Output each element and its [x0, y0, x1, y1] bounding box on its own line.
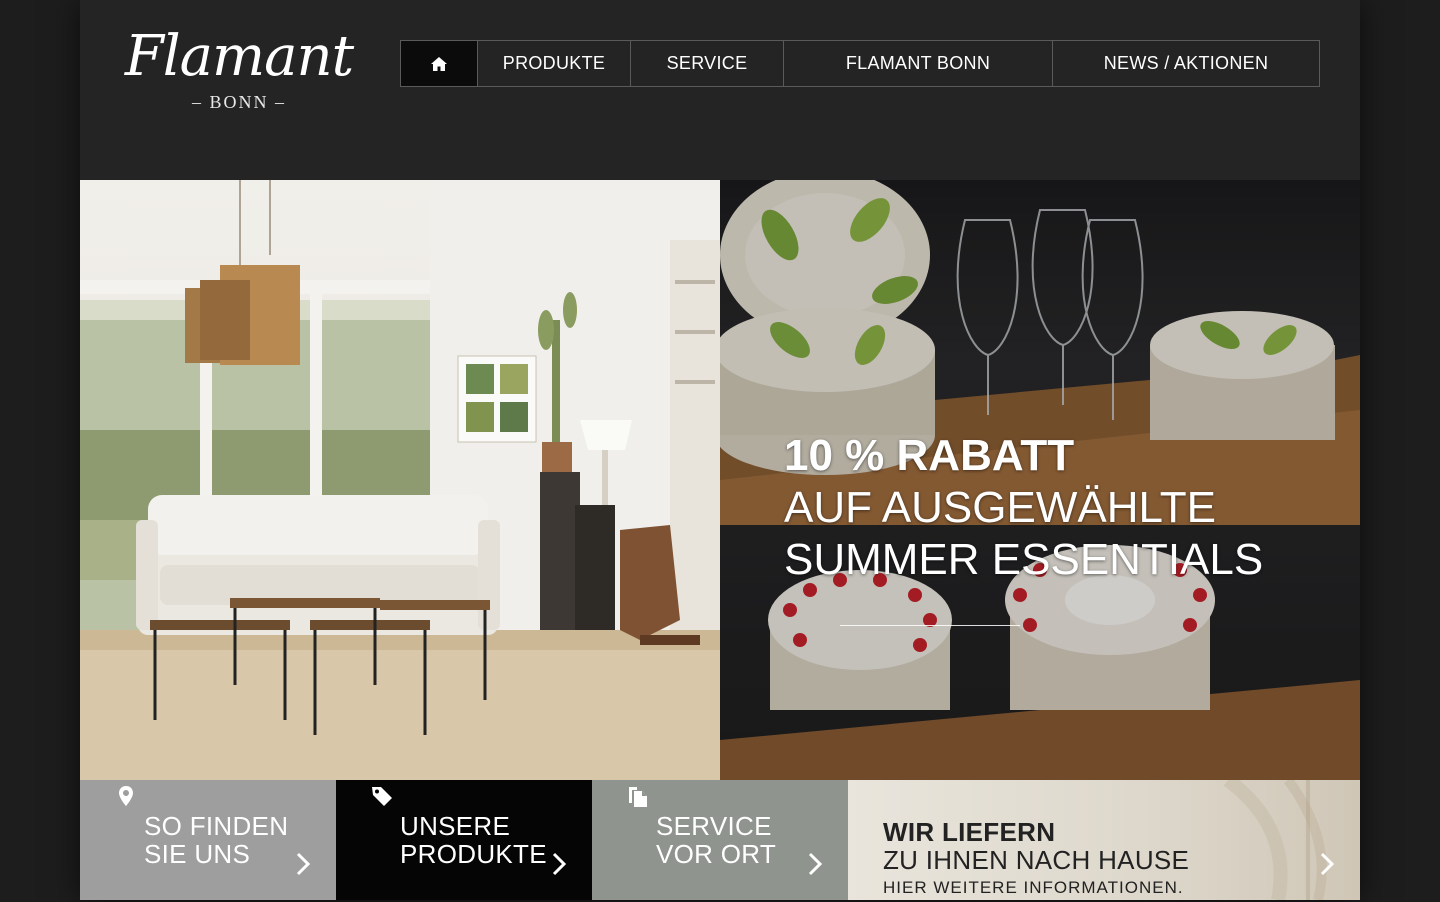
tile-label: UNSERE PRODUKTE — [400, 812, 547, 868]
tile-label-line-1: WIR LIEFERN — [883, 817, 1056, 847]
nav-home[interactable] — [401, 41, 477, 86]
location-pin-icon — [119, 786, 133, 806]
hero-divider — [840, 625, 1020, 626]
tile-service-vor-ort[interactable]: SERVICE VOR ORT — [592, 780, 848, 900]
living-room-illustration — [80, 180, 720, 780]
tile-unsere-produkte[interactable]: UNSERE PRODUKTE — [336, 780, 592, 900]
nav-produkte[interactable]: PRODUKTE — [477, 41, 630, 86]
tile-label: SERVICE VOR ORT — [656, 812, 776, 868]
nav-news-aktionen[interactable]: NEWS / AKTIONEN — [1052, 41, 1319, 86]
tile-label-line-1: SERVICE — [656, 811, 772, 841]
documents-icon — [629, 787, 647, 807]
tag-icon — [372, 787, 392, 806]
tile-label-line-3: HIER WEITERE INFORMATIONEN. — [883, 878, 1184, 897]
tile-label-line-2: SIE UNS — [144, 839, 251, 869]
tile-wir-liefern[interactable]: WIR LIEFERN ZU IHNEN NACH HAUSE HIER WEI… — [848, 780, 1360, 900]
chevron-right-icon — [552, 852, 567, 876]
hero-headline: 10 % RABATT AUF AUSGEWÄHLTE SUMMER ESSEN… — [784, 430, 1344, 586]
home-icon — [431, 56, 447, 71]
tile-label-line-1: SO FINDEN — [144, 811, 289, 841]
logo-subtitle: – BONN – — [191, 92, 286, 112]
hero-interior-image[interactable] — [80, 180, 720, 780]
hero-line-3: SUMMER ESSENTIALS — [784, 535, 1264, 584]
tile-label: WIR LIEFERN ZU IHNEN NACH HAUSE HIER WEI… — [883, 818, 1189, 902]
nav-service[interactable]: SERVICE — [630, 41, 783, 86]
main-nav: PRODUKTE SERVICE FLAMANT BONN NEWS / AKT… — [400, 40, 1320, 87]
hero-discount: 10 % RABATT — [784, 431, 1075, 480]
nav-flamant-bonn[interactable]: FLAMANT BONN — [783, 41, 1052, 86]
tile-label-line-2: PRODUKTE — [400, 839, 547, 869]
chevron-right-icon — [808, 852, 823, 876]
tile-label-line-2: ZU IHNEN NACH HAUSE — [883, 845, 1190, 875]
tile-label-line-2: VOR ORT — [656, 839, 777, 869]
logo[interactable]: Flamant – BONN – — [124, 26, 354, 121]
chevron-right-icon — [296, 852, 311, 876]
chevron-right-icon — [1320, 852, 1335, 876]
tile-label: SO FINDEN SIE UNS — [144, 812, 288, 868]
hero-promo-banner[interactable]: 10 % RABATT AUF AUSGEWÄHLTE SUMMER ESSEN… — [720, 180, 1360, 780]
tile-so-finden-sie-uns[interactable]: SO FINDEN SIE UNS — [80, 780, 336, 900]
logo-wordmark: Flamant — [124, 24, 354, 89]
tile-label-line-1: UNSERE — [400, 811, 511, 841]
page-container: Flamant – BONN – PRODUKTE SERVICE FLAMAN… — [80, 0, 1360, 900]
hero-line-2: AUF AUSGEWÄHLTE — [784, 483, 1216, 532]
